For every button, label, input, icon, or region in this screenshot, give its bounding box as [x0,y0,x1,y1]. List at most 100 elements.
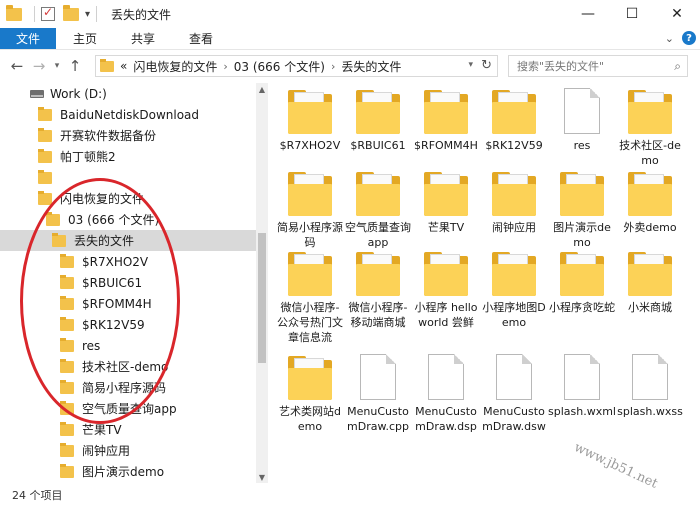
folder-icon [492,250,536,296]
item-label: $RFOMM4H [414,139,478,152]
toolbar-divider [34,6,35,22]
maximize-button[interactable]: ☐ [610,0,654,28]
search-icon[interactable]: ⌕ [674,59,681,74]
nav-item-label: 03 (666 个文件) [68,213,160,227]
nav-item-label: 丢失的文件 [74,234,135,248]
scrollbar-thumb[interactable] [258,233,266,363]
folder-item[interactable]: 简易小程序源码 [276,170,344,250]
tree-item[interactable]: 空气质量查询app [60,398,177,419]
file-item[interactable]: splash.wxss [616,354,684,419]
breadcrumb-item[interactable]: 03 (666 个文件) [234,58,325,75]
file-item[interactable]: MenuCustomDraw.dsw [480,354,548,434]
nav-item-label: 芒果TV [82,423,122,437]
tree-item[interactable]: 闹钟应用 [60,440,130,461]
folder-item[interactable]: 小米商城 [616,250,684,315]
tree-item[interactable]: 简易小程序源码 [60,377,166,398]
help-icon[interactable]: ? [682,31,696,45]
nav-item-label: 图片演示demo [82,465,165,479]
breadcrumb-item[interactable]: 闪电恢复的文件 [133,58,217,75]
tree-item[interactable]: res [60,335,100,356]
folder-icon [424,250,468,296]
close-button[interactable]: ✕ [654,0,700,28]
folder-item[interactable]: 小程序贪吃蛇 [548,250,616,315]
folder-item[interactable]: $RFOMM4H [412,88,480,153]
forward-button[interactable]: → [28,55,50,77]
refresh-button[interactable]: ↻ [481,58,492,73]
folder-item[interactable]: 芒果TV [412,170,480,235]
scroll-up-icon[interactable]: ▲ [256,83,268,95]
item-label: 微信小程序-公众号热门文章信息流 [277,301,343,344]
item-label: $RBUIC61 [350,139,406,152]
search-input[interactable]: 搜索"丢失的文件" ⌕ [508,55,688,77]
tree-item[interactable]: 芒果TV [60,419,122,440]
item-label: 小程序地图Demo [482,301,546,329]
item-label: 芒果TV [427,221,465,234]
nav-item-drive[interactable]: Work (D:) [30,83,107,104]
properties-icon[interactable] [41,5,57,22]
breadcrumb-separator-icon[interactable]: › [331,60,335,73]
folder-item[interactable]: 微信小程序-移动端商城 [344,250,412,330]
tree-item[interactable]: $RK12V59 [60,314,145,335]
folder-item[interactable]: 艺术类网站demo [276,354,344,434]
folder-item[interactable]: $RBUIC61 [344,88,412,153]
folder-item[interactable]: 小程序地图Demo [480,250,548,330]
tab-share[interactable]: 共享 [114,28,172,49]
item-label: 空气质量查询app [345,221,411,249]
breadcrumb-overflow[interactable]: « [120,59,127,73]
breadcrumb-separator-icon[interactable]: › [223,60,227,73]
folder-icon [60,421,74,436]
folder-item[interactable]: 图片演示demo [548,170,616,250]
tab-view[interactable]: 查看 [172,28,230,49]
scroll-down-icon[interactable]: ▼ [256,471,268,483]
tree-item[interactable]: 03 (666 个文件) [46,209,159,230]
folder-icon [38,148,52,163]
item-label: 小米商城 [628,301,672,314]
folder-item[interactable]: 空气质量查询app [344,170,412,250]
tree-item[interactable]: 图片演示demo [60,461,164,482]
file-item[interactable]: res [548,88,616,153]
tree-item[interactable]: $RFOMM4H [60,293,152,314]
file-item[interactable]: splash.wxml [548,354,616,419]
ribbon-tabs: 文件 主页 共享 查看 ⌄ ? [0,28,700,50]
minimize-button[interactable]: — [566,0,610,28]
new-folder-icon[interactable] [63,5,79,22]
tree-item[interactable]: $R7XHO2V [60,251,148,272]
folder-item[interactable]: 小程序 hello world 尝鲜 [412,250,480,330]
address-bar[interactable]: « 闪电恢复的文件 › 03 (666 个文件) › 丢失的文件 ▾ ↻ [95,55,498,77]
tab-home[interactable]: 主页 [56,28,114,49]
folder-icon [60,253,74,268]
nav-pane-scrollbar[interactable]: ▲ ▼ [256,83,268,483]
nav-item-label: BaiduNetdiskDownload [60,107,200,122]
tree-item-selected[interactable]: 丢失的文件 [0,230,256,251]
tree-item[interactable]: 帕丁顿熊2 [38,146,116,167]
folder-icon [492,88,536,134]
folder-item[interactable]: 外卖demo [616,170,684,235]
address-dropdown-icon[interactable]: ▾ [468,60,473,70]
back-button[interactable]: ← [6,55,28,77]
folder-item[interactable]: 微信小程序-公众号热门文章信息流 [276,250,344,345]
file-item[interactable]: MenuCustomDraw.cpp [344,354,412,434]
tree-item[interactable]: $RBUIC61 [60,272,142,293]
file-item[interactable]: MenuCustomDraw.dsp [412,354,480,434]
tree-item[interactable]: 技术社区-demo [60,356,168,377]
folder-item[interactable]: $R7XHO2V [276,88,344,153]
tree-item[interactable] [38,167,60,188]
tree-item[interactable]: 闪电恢复的文件 [38,188,144,209]
nav-item-label: res [82,338,101,353]
folder-item[interactable]: $RK12V59 [480,88,548,153]
navigation-pane: Work (D:) BaiduNetdiskDownload 开赛软件数据备份 … [0,83,268,483]
up-button[interactable]: ↑ [64,55,86,77]
expand-ribbon-icon[interactable]: ⌄ [665,32,674,45]
folder-item[interactable]: 闹钟应用 [480,170,548,235]
recent-locations-button[interactable]: ▾ [50,55,64,77]
folder-icon [288,354,332,400]
customize-toolbar-dropdown-icon[interactable]: ▾ [85,9,90,20]
folder-icon [424,170,468,216]
breadcrumb-item[interactable]: 丢失的文件 [341,58,401,75]
tree-item[interactable]: BaiduNetdiskDownload [38,104,199,125]
tab-file[interactable]: 文件 [0,28,57,49]
folder-icon[interactable] [6,5,22,22]
folder-item[interactable]: 技术社区-demo [616,88,684,168]
tree-item[interactable]: 开赛软件数据备份 [38,125,156,146]
quick-access-toolbar: ▾ [0,0,103,28]
